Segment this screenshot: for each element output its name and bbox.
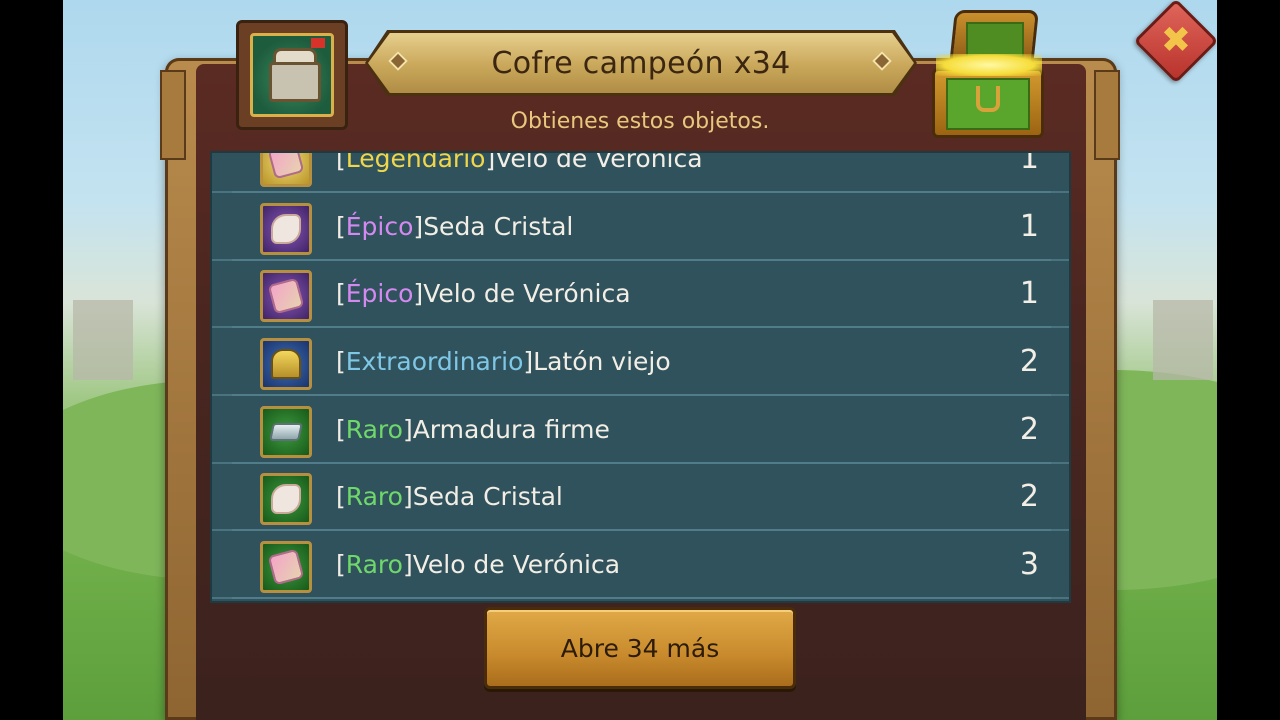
list-item: [Extraordinario]Latón viejo 2	[212, 329, 1069, 396]
item-name: Velo de Verónica	[423, 279, 631, 308]
item-rarity: Raro	[345, 550, 403, 579]
item-rarity: Legendario	[345, 151, 486, 173]
treasure-chest-icon	[926, 10, 1052, 140]
dialog-subtitle: Obtienes estos objetos.	[510, 109, 770, 134]
item-rarity: Épico	[345, 212, 414, 241]
silk-icon	[260, 473, 312, 525]
brass-icon	[260, 338, 312, 390]
item-name: Latón viejo	[533, 347, 671, 376]
item-rarity: Raro	[345, 415, 403, 444]
item-label: [Raro]Seda Cristal	[336, 482, 563, 511]
item-quantity: 2	[1019, 479, 1039, 514]
item-quantity: 1	[1019, 151, 1039, 176]
list-item: [Raro]Armadura firme 2	[212, 397, 1069, 464]
item-label: [Legendario]Velo de Verónica	[336, 151, 703, 191]
item-label: [Raro]Armadura firme	[336, 415, 610, 444]
item-rarity: Épico	[345, 279, 414, 308]
champion-chest-icon	[250, 33, 334, 117]
item-rarity: Raro	[345, 482, 403, 511]
item-rarity: Extraordinario	[345, 347, 524, 376]
list-item: [Raro]Seda Cristal 2	[212, 464, 1069, 531]
item-name: Seda Cristal	[412, 482, 563, 511]
list-item: [Épico]Seda Cristal 1	[212, 194, 1069, 261]
item-quantity: 2	[1019, 344, 1039, 379]
item-label: [Raro]Velo de Verónica	[336, 550, 621, 579]
veil-icon	[260, 541, 312, 593]
close-icon[interactable]: ✖	[1146, 11, 1206, 71]
item-name: Velo de Verónica	[412, 550, 621, 579]
list-item: [Legendario]Velo de Verónica 1	[212, 151, 1069, 193]
item-label: [Extraordinario]Latón viejo	[336, 347, 671, 376]
dialog-title: Cofre campeón x34	[491, 45, 791, 81]
item-name: Armadura firme	[412, 415, 610, 444]
item-quantity: 2	[1019, 412, 1039, 447]
list-item: [Raro]Velo de Verónica 3	[212, 532, 1069, 599]
veil-icon	[260, 270, 312, 322]
veil-icon	[260, 153, 312, 187]
list-item: [Épico]Velo de Verónica 1	[212, 261, 1069, 328]
ruin	[73, 300, 133, 380]
title-banner: Cofre campeón x34	[368, 33, 914, 93]
open-more-button[interactable]: Abre 34 más	[484, 607, 796, 689]
item-name: Seda Cristal	[423, 212, 574, 241]
armor-icon	[260, 406, 312, 458]
ruin	[1153, 300, 1213, 380]
silk-icon	[260, 203, 312, 255]
item-quantity: 1	[1019, 276, 1039, 311]
item-name: Velo de Verónica	[495, 151, 703, 173]
item-quantity: 1	[1019, 209, 1039, 244]
item-quantity: 3	[1019, 547, 1039, 582]
item-label: [Épico]Velo de Verónica	[336, 279, 631, 308]
item-label: [Épico]Seda Cristal	[336, 212, 574, 241]
reward-list[interactable]: [Legendario]Velo de Verónica 1 [Épico]Se…	[210, 151, 1071, 603]
